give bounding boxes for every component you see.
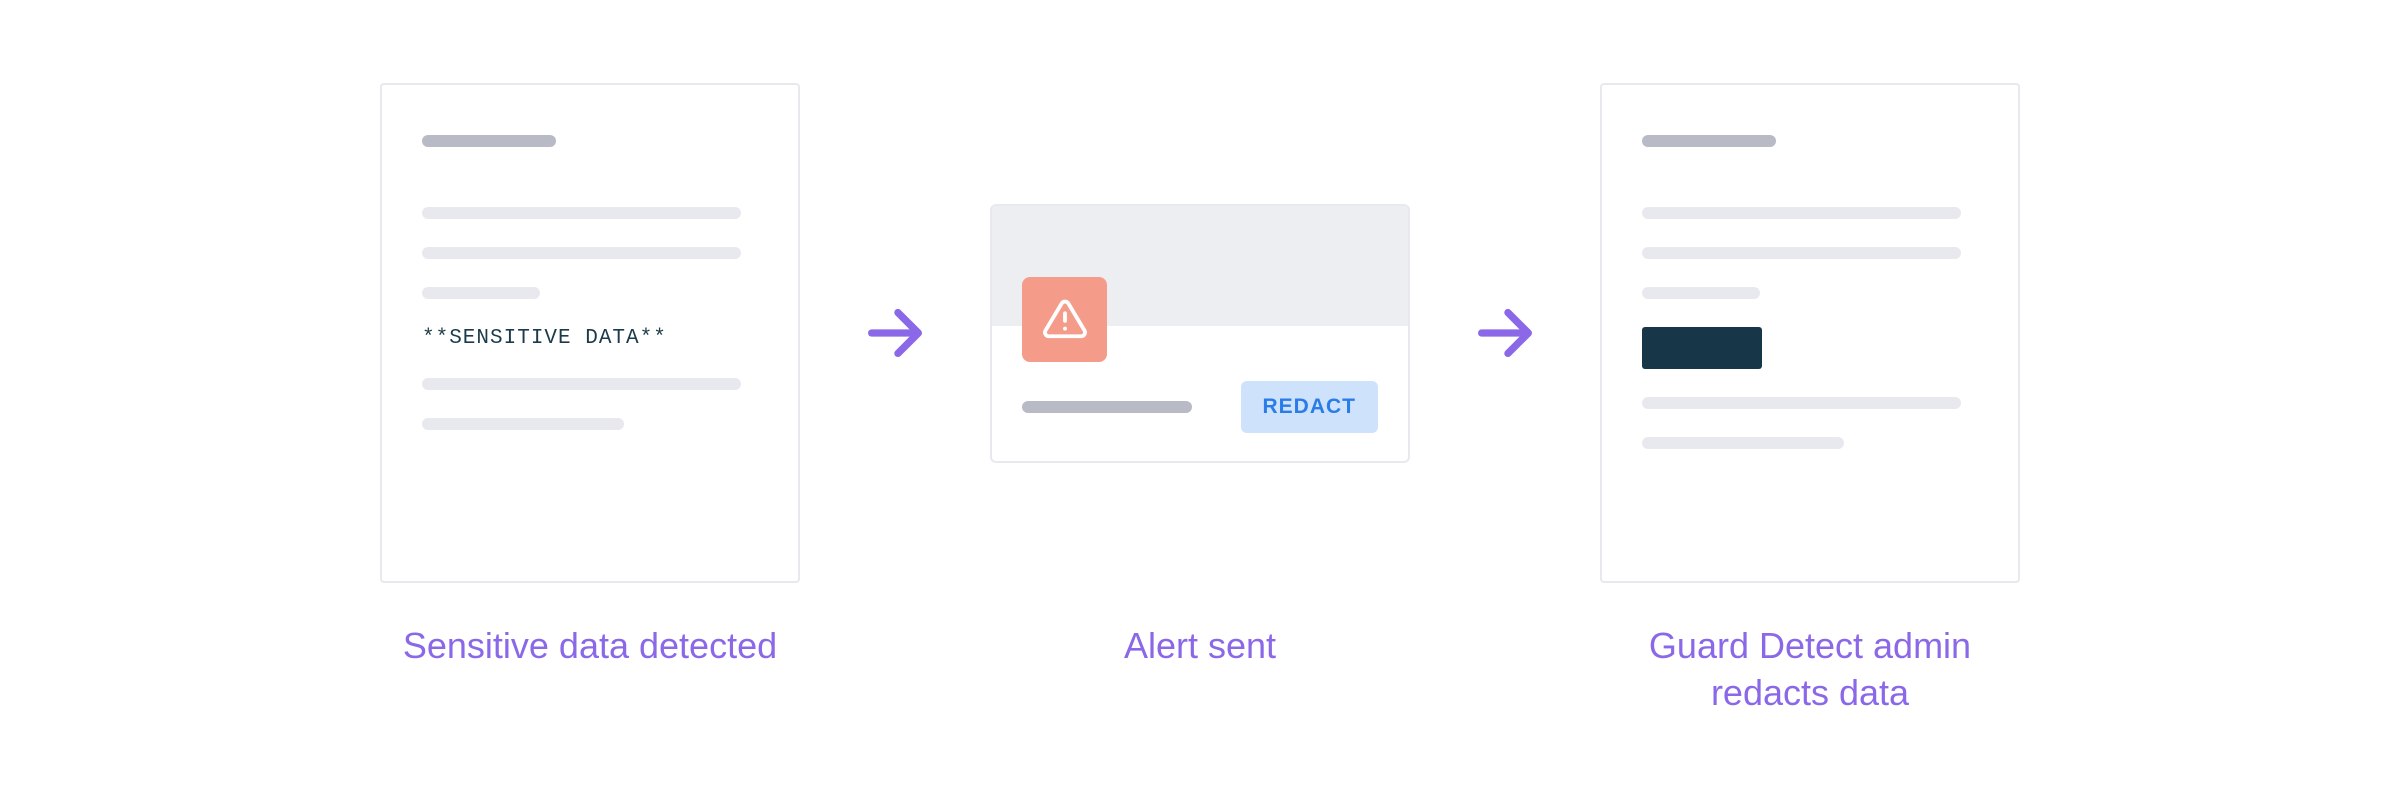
warning-triangle-icon <box>1042 296 1088 342</box>
document-with-sensitive-data: **SENSITIVE DATA** <box>380 83 800 583</box>
step-alert: REDACT Alert sent <box>990 83 1410 670</box>
doc-title-line <box>422 135 556 147</box>
step-detect: **SENSITIVE DATA** Sensitive data detect… <box>380 83 800 670</box>
step-redact-caption: Guard Detect admin redacts data <box>1600 623 2020 717</box>
document-redacted <box>1600 83 2020 583</box>
sensitive-data-marker: **SENSITIVE DATA** <box>422 327 758 350</box>
doc-text-line <box>1642 397 1961 409</box>
doc-text-line <box>1642 287 1760 299</box>
doc-title-line <box>1642 135 1776 147</box>
redact-button[interactable]: REDACT <box>1241 381 1379 433</box>
alert-notification-card: REDACT <box>990 204 1410 463</box>
doc-text-line <box>422 287 540 299</box>
arrow-detect-to-alert <box>860 83 930 583</box>
step-alert-caption: Alert sent <box>1124 623 1276 670</box>
step-redact: Guard Detect admin redacts data <box>1600 83 2020 717</box>
doc-text-line <box>422 378 741 390</box>
step-detect-caption: Sensitive data detected <box>403 623 777 670</box>
alert-header <box>992 206 1408 326</box>
doc-text-line <box>422 207 741 219</box>
doc-text-line <box>422 418 624 430</box>
arrow-right-icon <box>860 298 930 368</box>
alert-message-line <box>1022 401 1192 413</box>
doc-text-line <box>1642 437 1844 449</box>
doc-text-line <box>1642 247 1961 259</box>
doc-text-line <box>1642 207 1961 219</box>
redacted-block <box>1642 327 1762 369</box>
warning-icon-badge <box>1022 277 1107 362</box>
workflow-diagram: **SENSITIVE DATA** Sensitive data detect… <box>380 83 2020 717</box>
arrow-alert-to-redact <box>1470 83 1540 583</box>
doc-text-line <box>422 247 741 259</box>
arrow-right-icon <box>1470 298 1540 368</box>
